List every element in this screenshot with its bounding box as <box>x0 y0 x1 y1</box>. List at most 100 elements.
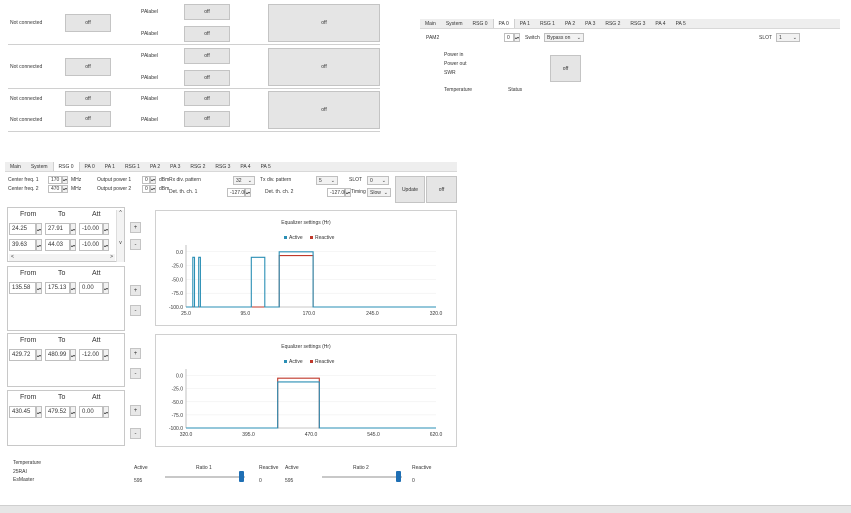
center-freq-2-field[interactable]: 470 <box>48 185 62 193</box>
pa-tab-pa-4[interactable]: PA 4 <box>650 19 670 28</box>
to-spinner[interactable]: ▴▾ <box>70 239 76 251</box>
rsg-tab-pa-0[interactable]: PA 0 <box>80 162 100 171</box>
slot-select[interactable]: 1 ⌄ <box>776 33 800 42</box>
add-band-button[interactable]: + <box>130 285 141 296</box>
att-field[interactable]: -10.00 <box>79 223 103 235</box>
rsg-tab-pa-3[interactable]: PA 3 <box>165 162 185 171</box>
pa-tab-rsg-3[interactable]: RSG 3 <box>625 19 650 28</box>
att-spinner[interactable]: ▴▾ <box>103 282 109 294</box>
pa-tab-main[interactable]: Main <box>420 19 441 28</box>
pa-value-field[interactable]: 0 <box>504 33 514 42</box>
from-field[interactable]: 24.25 <box>9 223 36 235</box>
pa-tab-rsg-1[interactable]: RSG 1 <box>535 19 560 28</box>
rsg-tab-rsg-2[interactable]: RSG 2 <box>185 162 210 171</box>
from-spinner[interactable]: ▴▾ <box>36 349 42 361</box>
from-field[interactable]: 135.58 <box>9 282 36 294</box>
rsg-tab-pa-2[interactable]: PA 2 <box>145 162 165 171</box>
output-power-1-spinner[interactable]: ▴▾ <box>150 176 156 184</box>
add-band-button[interactable]: + <box>130 405 141 416</box>
output-power-2-spinner[interactable]: ▴▾ <box>150 185 156 193</box>
att-spinner[interactable]: ▴▾ <box>103 239 109 251</box>
row-off-button[interactable]: off <box>65 14 111 32</box>
horizontal-scrollbar[interactable]: < > <box>9 254 115 261</box>
rsg-tab-rsg-3[interactable]: RSG 3 <box>210 162 235 171</box>
from-spinner[interactable]: ▴▾ <box>36 239 42 251</box>
pa-value-spinner[interactable]: ▴▾ <box>514 33 520 42</box>
remove-band-button[interactable]: - <box>130 368 141 379</box>
tx-div-select[interactable]: 5 ⌄ <box>316 176 338 185</box>
from-field[interactable]: 39.63 <box>9 239 36 251</box>
to-spinner[interactable]: ▴▾ <box>70 349 76 361</box>
pa-off-button[interactable]: off <box>184 91 230 106</box>
rsg-off-button[interactable]: off <box>426 176 457 203</box>
to-spinner[interactable]: ▴▾ <box>70 406 76 418</box>
from-spinner[interactable]: ▴▾ <box>36 223 42 235</box>
to-field[interactable]: 44.03 <box>45 239 70 251</box>
to-field[interactable]: 480.99 <box>45 349 70 361</box>
pa-off-button[interactable]: off <box>184 111 230 127</box>
pa-off-button[interactable]: off <box>184 70 230 86</box>
pa-tab-rsg-2[interactable]: RSG 2 <box>600 19 625 28</box>
ratio-2-slider-handle[interactable] <box>396 471 401 482</box>
pa-tab-rsg-0[interactable]: RSG 0 <box>468 19 493 28</box>
row-off-button[interactable]: off <box>65 111 111 127</box>
big-off-button[interactable]: off <box>268 48 380 86</box>
att-spinner[interactable]: ▴▾ <box>103 349 109 361</box>
rsg-tab-pa-5[interactable]: PA 5 <box>256 162 276 171</box>
timing-select[interactable]: Slow ⌄ <box>367 188 391 197</box>
add-band-button[interactable]: + <box>130 348 141 359</box>
from-spinner[interactable]: ▴▾ <box>36 406 42 418</box>
to-field[interactable]: 27.91 <box>45 223 70 235</box>
pa-tab-pa-5[interactable]: PA 5 <box>671 19 691 28</box>
pa-tab-pa-0[interactable]: PA 0 <box>492 19 515 28</box>
det-th-1-spinner[interactable]: ▴▾ <box>245 188 251 197</box>
center-freq-1-spinner[interactable]: ▴▾ <box>62 176 68 184</box>
att-spinner[interactable]: ▴▾ <box>103 406 109 418</box>
update-button[interactable]: Update <box>395 176 425 203</box>
att-field[interactable]: 0.00 <box>79 282 103 294</box>
ratio-2-slider-track[interactable] <box>322 476 402 478</box>
det-th-1-field[interactable]: -127.00 <box>227 188 247 197</box>
rsg-tab-pa-4[interactable]: PA 4 <box>235 162 255 171</box>
att-field[interactable]: -10.00 <box>79 239 103 251</box>
row-off-button[interactable]: off <box>65 91 111 106</box>
add-band-button[interactable]: + <box>130 222 141 233</box>
pa-off-button[interactable]: off <box>550 55 581 82</box>
det-th-2-field[interactable]: -127.00 <box>327 188 347 197</box>
rx-div-select[interactable]: 32 ⌄ <box>233 176 255 185</box>
to-field[interactable]: 175.13 <box>45 282 70 294</box>
row-off-button[interactable]: off <box>65 58 111 76</box>
rsg-slot-select[interactable]: 0 ⌄ <box>367 176 389 185</box>
ratio-1-slider-track[interactable] <box>165 476 245 478</box>
output-power-2-field[interactable]: 0 <box>142 185 150 193</box>
from-field[interactable]: 430.45 <box>9 406 36 418</box>
to-spinner[interactable]: ▴▾ <box>70 223 76 235</box>
center-freq-2-spinner[interactable]: ▴▾ <box>62 185 68 193</box>
rsg-tab-system[interactable]: System <box>26 162 53 171</box>
remove-band-button[interactable]: - <box>130 239 141 250</box>
remove-band-button[interactable]: - <box>130 305 141 316</box>
rsg-tab-rsg-1[interactable]: RSG 1 <box>120 162 145 171</box>
remove-band-button[interactable]: - <box>130 428 141 439</box>
to-spinner[interactable]: ▴▾ <box>70 282 76 294</box>
vertical-scrollbar[interactable]: ^ v <box>116 210 124 262</box>
output-power-1-field[interactable]: 0 <box>142 176 150 184</box>
from-spinner[interactable]: ▴▾ <box>36 282 42 294</box>
pa-off-button[interactable]: off <box>184 26 230 42</box>
att-field[interactable]: -12.00 <box>79 349 103 361</box>
pa-tab-pa-1[interactable]: PA 1 <box>515 19 535 28</box>
big-off-button[interactable]: off <box>268 91 380 129</box>
pa-tab-pa-3[interactable]: PA 3 <box>580 19 600 28</box>
ratio-1-slider-handle[interactable] <box>239 471 244 482</box>
rsg-tab-pa-1[interactable]: PA 1 <box>100 162 120 171</box>
pa-off-button[interactable]: off <box>184 4 230 20</box>
big-off-button[interactable]: off <box>268 4 380 42</box>
rsg-tab-rsg-0[interactable]: RSG 0 <box>52 162 80 171</box>
att-spinner[interactable]: ▴▾ <box>103 223 109 235</box>
pa-tab-pa-2[interactable]: PA 2 <box>560 19 580 28</box>
pa-off-button[interactable]: off <box>184 48 230 64</box>
att-field[interactable]: 0.00 <box>79 406 103 418</box>
switch-select[interactable]: Bypass on ⌄ <box>544 33 584 42</box>
to-field[interactable]: 479.52 <box>45 406 70 418</box>
from-field[interactable]: 429.72 <box>9 349 36 361</box>
